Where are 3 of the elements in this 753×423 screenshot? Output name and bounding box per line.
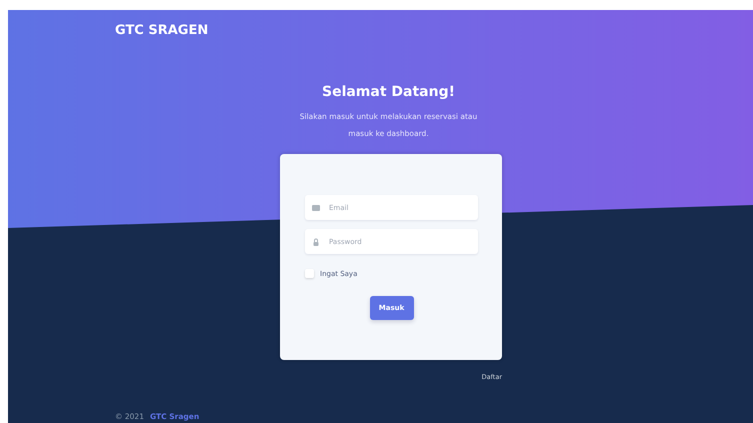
brand-title: GTC SRAGEN bbox=[115, 23, 208, 38]
remember-checkbox[interactable] bbox=[305, 269, 314, 278]
welcome-heading: Selamat Datang! bbox=[322, 84, 455, 100]
